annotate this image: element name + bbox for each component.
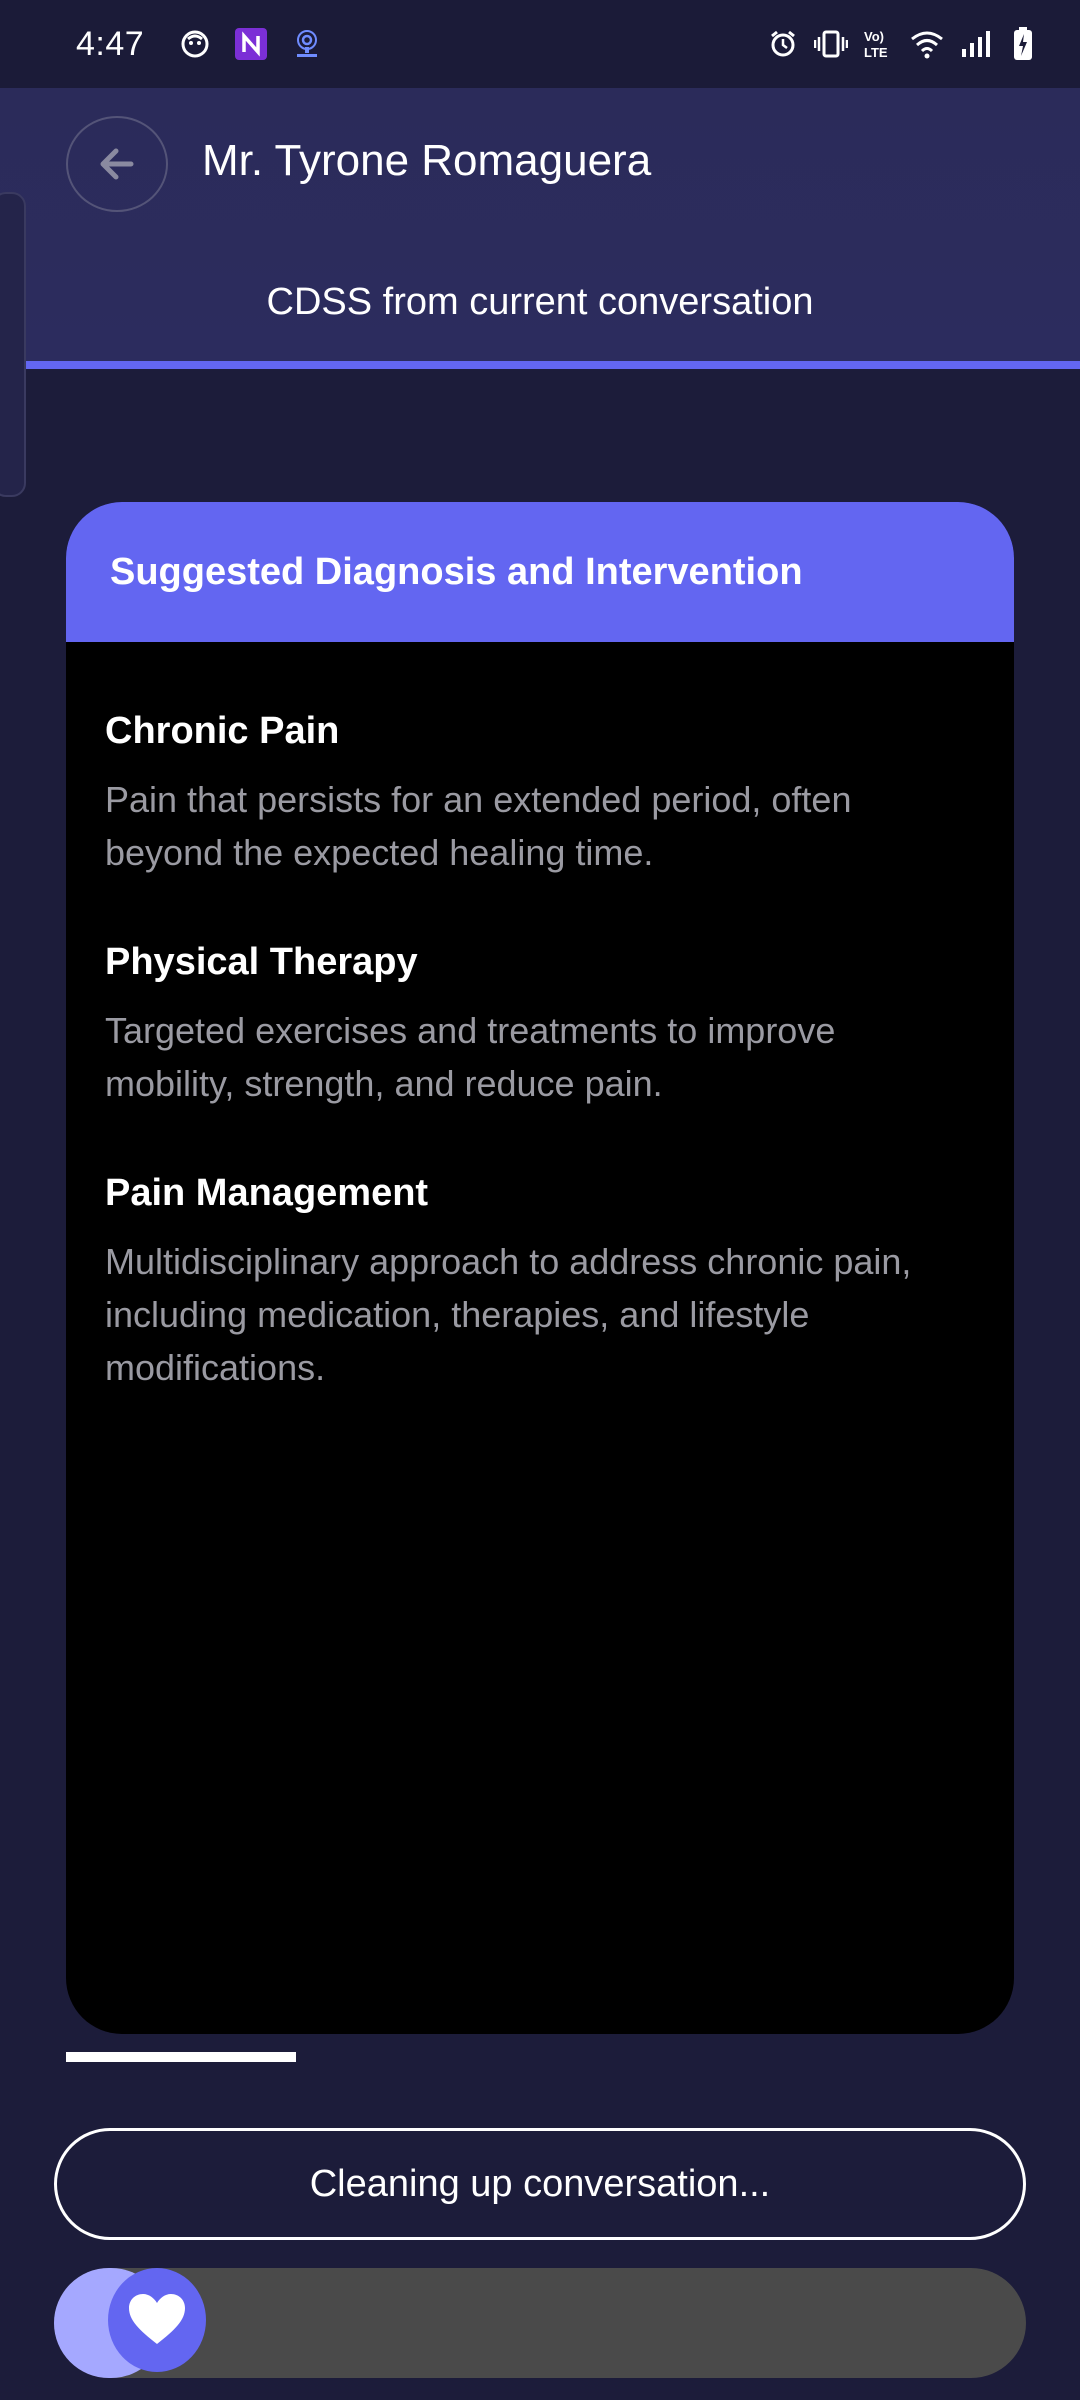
- item-description: Targeted exercises and treatments to imp…: [105, 1010, 836, 1104]
- volte-icon: Vo) LTE: [862, 27, 896, 61]
- list-item: Pain Management Multidisciplinary approa…: [105, 1172, 974, 1394]
- cleaning-conversation-button[interactable]: Cleaning up conversation...: [54, 2128, 1026, 2240]
- battery-charging-icon: [1006, 27, 1040, 61]
- podcast-icon: [290, 27, 324, 61]
- wifi-icon: [910, 27, 944, 61]
- list-item: Physical Therapy Targeted exercises and …: [105, 941, 974, 1110]
- card-title: Suggested Diagnosis and Intervention: [110, 550, 803, 593]
- emoji-icon: [178, 27, 212, 61]
- n-app-icon: [234, 27, 268, 61]
- item-title: Physical Therapy: [105, 941, 418, 983]
- list-item: Chronic Pain Pain that persists for an e…: [105, 710, 974, 879]
- card-scroll-indicator: [66, 2052, 296, 2062]
- signal-icon: [958, 27, 992, 61]
- alarm-icon: [766, 27, 800, 61]
- slider-handle[interactable]: [108, 2268, 206, 2372]
- status-time: 4:47: [76, 24, 145, 63]
- item-title: Pain Management: [105, 1172, 429, 1214]
- arrow-left-icon: [100, 148, 134, 180]
- item-title: Chronic Pain: [105, 710, 340, 752]
- item-description: Pain that persists for an extended perio…: [105, 779, 852, 873]
- back-button[interactable]: [66, 116, 168, 212]
- card-header: Suggested Diagnosis and Intervention: [66, 502, 1014, 642]
- svg-text:LTE: LTE: [864, 45, 888, 60]
- svg-text:Vo): Vo): [864, 29, 884, 44]
- card-body: Chronic Pain Pain that persists for an e…: [66, 642, 1014, 1394]
- diagnosis-card: Suggested Diagnosis and Intervention Chr…: [66, 502, 1014, 2034]
- status-system-icons: Vo) LTE: [766, 27, 1040, 61]
- cdss-subtitle: CDSS from current conversation: [266, 281, 814, 323]
- item-description: Multidisciplinary approach to address ch…: [105, 1241, 912, 1388]
- status-notification-icons: [178, 27, 324, 61]
- header-accent-line: [0, 361, 1080, 369]
- side-drawer-handle[interactable]: [0, 192, 26, 497]
- patient-name: Mr. Tyrone Romaguera: [202, 136, 652, 185]
- vibrate-icon: [814, 27, 848, 61]
- status-bar: 4:47 Vo) LTE: [0, 0, 1080, 88]
- heart-icon: [129, 2294, 185, 2344]
